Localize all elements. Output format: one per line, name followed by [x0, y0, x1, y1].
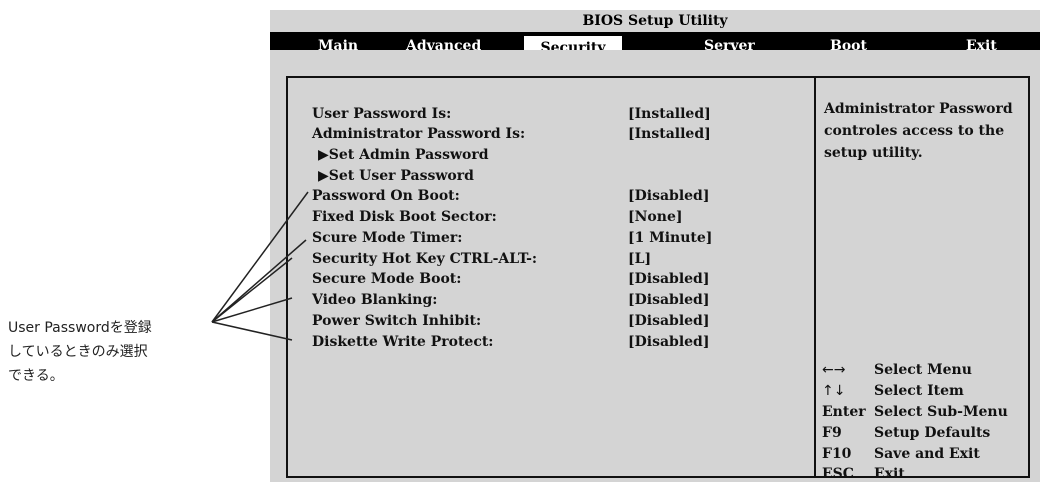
callout-line: しているときのみ選択 [8, 344, 148, 360]
callout-leader-lines [211, 191, 309, 341]
leader-line [211, 191, 309, 323]
callout-line: User Passwordを登録 [8, 320, 152, 336]
annotation-callout: User Passwordを登録 しているときのみ選択 できる。 [8, 316, 208, 388]
leader-line [211, 239, 307, 323]
callout-line: できる。 [8, 368, 64, 384]
leader-line [211, 297, 293, 323]
leader-line [211, 321, 293, 341]
